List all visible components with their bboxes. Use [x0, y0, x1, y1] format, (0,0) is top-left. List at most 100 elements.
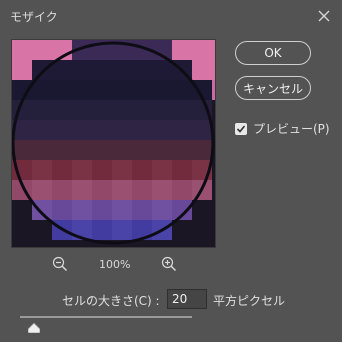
mosaic-cell	[112, 200, 132, 220]
mosaic-cell	[152, 100, 172, 120]
mosaic-cell	[32, 180, 52, 200]
mosaic-cell	[52, 120, 72, 140]
mosaic-cell	[112, 160, 132, 180]
mosaic-cell	[172, 100, 192, 120]
mosaic-cell	[92, 180, 112, 200]
zoom-out-button[interactable]	[52, 256, 68, 276]
mosaic-cell	[92, 220, 112, 240]
mosaic-cell	[152, 60, 172, 80]
mosaic-cell	[172, 40, 192, 60]
mosaic-cell	[112, 60, 132, 80]
mosaic-cell	[92, 80, 112, 100]
mosaic-cell	[112, 180, 132, 200]
mosaic-cell	[32, 200, 52, 220]
cancel-button[interactable]: キャンセル	[235, 76, 311, 100]
mosaic-cell	[132, 120, 152, 140]
close-button[interactable]	[312, 4, 336, 28]
mosaic-cell	[12, 200, 32, 220]
slider-thumb-icon	[27, 322, 41, 334]
preview-checkbox[interactable]: プレビュー(P)	[235, 120, 330, 137]
mosaic-cell	[172, 120, 192, 140]
mosaic-cell	[72, 200, 92, 220]
cell-size-input[interactable]	[167, 289, 207, 309]
mosaic-cell	[52, 100, 72, 120]
mosaic-cell	[32, 120, 52, 140]
mosaic-cell	[132, 180, 152, 200]
mosaic-cell	[72, 80, 92, 100]
preview-checkbox-label: プレビュー(P)	[253, 122, 330, 136]
mosaic-cell	[52, 200, 72, 220]
mosaic-cell	[52, 140, 72, 160]
window-title: モザイク	[10, 10, 58, 24]
mosaic-cell	[192, 40, 212, 60]
checkbox-box[interactable]	[235, 122, 247, 135]
mosaic-cell	[72, 160, 92, 180]
mosaic-cell	[112, 220, 132, 240]
mosaic-cell	[32, 160, 52, 180]
mosaic-cell	[112, 140, 132, 160]
mosaic-cell	[132, 140, 152, 160]
mosaic-cell	[52, 160, 72, 180]
mosaic-cell	[92, 200, 112, 220]
mosaic-cell	[72, 100, 92, 120]
mosaic-cell	[172, 180, 192, 200]
mosaic-cell	[132, 160, 152, 180]
mosaic-cell	[32, 240, 52, 247]
mosaic-cell	[152, 160, 172, 180]
mosaic-cell	[212, 240, 215, 247]
mosaic-cell	[192, 120, 212, 140]
mosaic-cell	[212, 100, 215, 120]
mosaic-cell	[92, 60, 112, 80]
cell-size-unit: 平方ピクセル	[213, 294, 286, 308]
mosaic-cell	[212, 200, 215, 220]
mosaic-cell	[52, 240, 72, 247]
mosaic-cell	[112, 100, 132, 120]
zoom-in-icon	[161, 256, 177, 272]
mosaic-cell	[212, 60, 215, 80]
mosaic-cell	[12, 40, 32, 60]
mosaic-cell	[72, 180, 92, 200]
mosaic-cell	[32, 220, 52, 240]
mosaic-cell	[72, 140, 92, 160]
mosaic-cell	[192, 60, 212, 80]
mosaic-cell	[132, 100, 152, 120]
zoom-out-icon	[52, 256, 68, 272]
mosaic-cell	[192, 240, 212, 247]
mosaic-cell	[192, 140, 212, 160]
mosaic-cell	[212, 180, 215, 200]
mosaic-cell	[92, 100, 112, 120]
mosaic-cell	[132, 200, 152, 220]
cell-size-slider-track[interactable]	[20, 316, 192, 318]
mosaic-cell	[112, 120, 132, 140]
mosaic-cell	[172, 240, 192, 247]
ok-button[interactable]: OK	[235, 41, 311, 65]
cell-size-label: セルの大きさ(C) :	[62, 294, 160, 308]
zoom-level: 100%	[99, 258, 131, 271]
mosaic-cell	[212, 80, 215, 100]
mosaic-cell	[212, 40, 215, 60]
mosaic-cell	[172, 140, 192, 160]
mosaic-cell	[92, 140, 112, 160]
cell-size-slider-thumb[interactable]	[27, 318, 41, 334]
close-icon	[318, 10, 330, 22]
zoom-controls: 100%	[52, 256, 182, 274]
mosaic-cell	[32, 40, 52, 60]
mosaic-cell	[12, 60, 32, 80]
mosaic-preview[interactable]	[11, 39, 216, 248]
mosaic-cell	[152, 140, 172, 160]
mosaic-cell	[172, 160, 192, 180]
mosaic-cell	[52, 80, 72, 100]
mosaic-preview-image	[12, 40, 215, 247]
mosaic-cell	[152, 200, 172, 220]
mosaic-cell	[12, 220, 32, 240]
mosaic-cell	[152, 240, 172, 247]
mosaic-cell	[32, 140, 52, 160]
mosaic-cell	[32, 80, 52, 100]
mosaic-cell	[192, 200, 212, 220]
mosaic-cell	[12, 240, 32, 247]
checkmark-icon	[236, 124, 246, 133]
mosaic-cell	[152, 180, 172, 200]
mosaic-cell	[72, 120, 92, 140]
zoom-in-button[interactable]	[161, 256, 177, 276]
mosaic-cell	[192, 220, 212, 240]
